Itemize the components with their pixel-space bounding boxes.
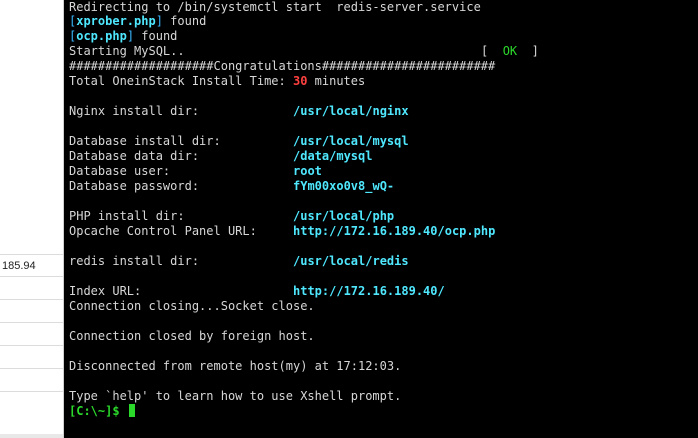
terminal-line: Database password: fYm00xo0v8_wQ- [69, 179, 689, 194]
terminal-line: Connection closed by foreign host. [69, 329, 315, 344]
terminal-text: Redirecting to /bin/systemctl start redi… [69, 0, 481, 14]
background-window-row [0, 277, 63, 300]
php-dir-label: PHP install dir: [69, 209, 185, 223]
status-bracket-close: ] [517, 44, 539, 58]
congratulations-banner: ####################Congratulations#####… [69, 59, 496, 73]
found-file: ocp.php [76, 29, 127, 43]
terminal-line: Disconnected from remote host(my) at 17:… [69, 359, 401, 374]
install-time-value: 30 [292, 74, 308, 88]
terminal-window[interactable]: Redirecting to /bin/systemctl start redi… [64, 0, 698, 438]
terminal-line: PHP install dir: /usr/local/php [69, 209, 689, 224]
db-data-dir-value: /data/mysql [293, 149, 373, 163]
background-window-row: 185.94 [0, 254, 63, 277]
terminal-line: ####################Congratulations#####… [69, 59, 495, 74]
background-window-scrollbar[interactable] [0, 434, 63, 438]
shell-prompt: [C:\~]$ [69, 404, 127, 418]
background-window-row-value: 185.94 [2, 260, 36, 272]
terminal-text: found [134, 29, 178, 43]
db-data-dir-label: Database data dir: [69, 149, 200, 163]
opcache-url-value: http://172.16.189.40/ocp.php [293, 224, 496, 238]
terminal-text: Starting MySQL.. [69, 44, 185, 58]
terminal-line: [xprober.php] found [69, 14, 206, 29]
terminal-line: Index URL: http://172.16.189.40/ [69, 284, 689, 299]
nginx-dir-value: /usr/local/nginx [293, 104, 409, 118]
terminal-line: Database install dir: /usr/local/mysql [69, 134, 689, 149]
php-dir-value: /usr/local/php [293, 209, 395, 223]
db-password-value: fYm00xo0v8_wQ- [293, 179, 395, 193]
index-url-value: http://172.16.189.40/ [293, 284, 445, 298]
terminal-line: Type `help' to learn how to use Xshell p… [69, 389, 401, 404]
connection-closed-text: Connection closed by foreign host. [69, 329, 315, 343]
background-window-row [0, 323, 63, 346]
terminal-line: Database user: root [69, 164, 689, 179]
nginx-dir-label: Nginx install dir: [69, 104, 200, 118]
db-password-label: Database password: [69, 179, 200, 193]
background-window-row [0, 300, 63, 323]
db-user-value: root [293, 164, 322, 178]
bracket-close: ] [126, 29, 135, 43]
terminal-line: Nginx install dir: /usr/local/nginx [69, 104, 689, 119]
db-user-label: Database user: [69, 164, 171, 178]
install-time-unit: minutes [307, 74, 366, 88]
opcache-url-label: Opcache Control Panel URL: [69, 224, 257, 238]
background-window-panel: 185.94 [0, 0, 64, 438]
connection-closing-text: Connection closing...Socket close. [69, 299, 315, 313]
background-window-blank-area [0, 0, 63, 232]
disconnected-text: Disconnected from remote host(my) at 17:… [69, 359, 402, 373]
status-ok: OK [502, 44, 518, 58]
help-hint-text: Type `help' to learn how to use Xshell p… [69, 389, 402, 403]
install-time-label: Total OneinStack Install Time: [69, 74, 293, 88]
redis-dir-value: /usr/local/redis [293, 254, 409, 268]
terminal-line: redis install dir: /usr/local/redis [69, 254, 689, 269]
status-bracket-open: [ [481, 44, 503, 58]
bracket-close: ] [155, 14, 163, 28]
found-file: xprober.php [76, 14, 156, 28]
db-install-dir-value: /usr/local/mysql [293, 134, 409, 148]
terminal-line: Opcache Control Panel URL: http://172.16.… [69, 224, 689, 239]
terminal-line: Redirecting to /bin/systemctl start redi… [69, 0, 481, 15]
terminal-line: [ocp.php] found [69, 29, 177, 44]
background-window-row [0, 369, 63, 392]
terminal-line: Database data dir: /data/mysql [69, 149, 689, 164]
terminal-line: Connection closing...Socket close. [69, 299, 315, 314]
db-install-dir-label: Database install dir: [69, 134, 221, 148]
background-window-row [0, 346, 63, 369]
index-url-label: Index URL: [69, 284, 142, 298]
terminal-prompt-line[interactable]: [C:\~]$ [69, 404, 135, 419]
terminal-line: Total OneinStack Install Time: 30 minute… [69, 74, 365, 89]
terminal-text: found [162, 14, 207, 28]
text-cursor[interactable] [128, 404, 135, 417]
redis-dir-label: redis install dir: [69, 254, 200, 268]
terminal-line: Starting MySQL.. [ OK ] [69, 44, 689, 59]
